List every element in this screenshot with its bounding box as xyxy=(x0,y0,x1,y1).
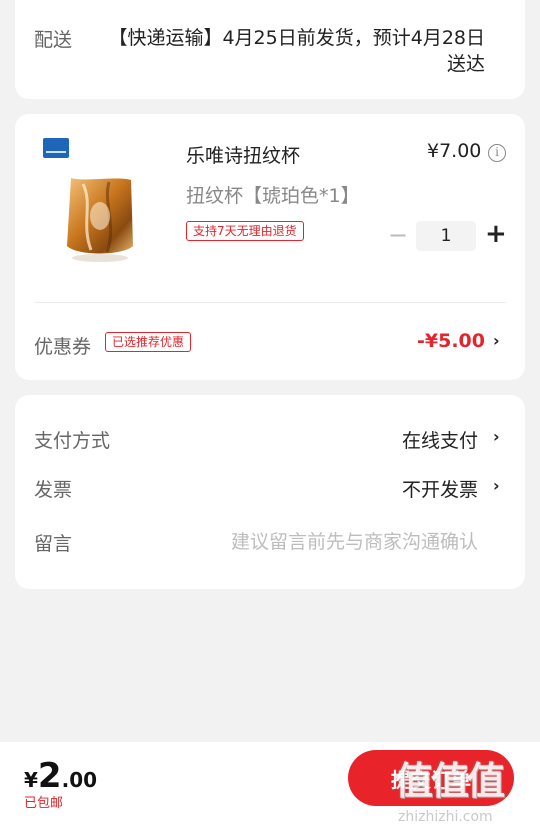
invoice-value[interactable]: 不开发票 xyxy=(402,475,478,502)
watermark-url: zhizhizhi.com xyxy=(398,809,493,825)
product-title[interactable]: 乐唯诗扭纹杯 xyxy=(186,141,300,168)
product-price: ¥7.00 xyxy=(427,140,482,162)
free-shipping-label: 已包邮 xyxy=(24,796,64,811)
brand-logo xyxy=(43,138,69,158)
total-currency: ¥ xyxy=(24,768,38,792)
quantity-increase-button[interactable]: + xyxy=(485,220,507,248)
chevron-right-icon[interactable]: › xyxy=(493,331,500,350)
chevron-right-icon[interactable]: › xyxy=(493,427,500,446)
product-card: 乐唯诗扭纹杯 ¥7.00 i 扭纹杯【琥珀色*1】 支持7天无理由退货 − 1 … xyxy=(15,114,525,380)
quantity-decrease-button[interactable]: − xyxy=(388,222,408,248)
coupon-label: 优惠券 xyxy=(34,336,92,358)
shipping-info: 【快递运输】4月25日前发货，预计4月28日送达 xyxy=(108,27,485,75)
message-input[interactable] xyxy=(165,529,478,555)
coupon-value[interactable]: -¥5.00 xyxy=(417,330,485,352)
return-policy-badge: 支持7天无理由退货 xyxy=(186,221,304,241)
product-spec[interactable]: 扭纹杯【琥珀色*1】 xyxy=(186,181,360,208)
product-image[interactable] xyxy=(63,174,137,264)
divider xyxy=(34,302,506,303)
payment-method-label: 支付方式 xyxy=(34,430,111,452)
shipping-card: 配送 【快递运输】4月25日前发货，预计4月28日送达 xyxy=(15,0,525,99)
total-decimal: .00 xyxy=(61,768,98,792)
payment-card: 支付方式 在线支付 › 发票 不开发票 › 留言 xyxy=(15,395,525,589)
coupon-badge: 已选推荐优惠 xyxy=(105,332,192,352)
invoice-label: 发票 xyxy=(34,479,73,501)
message-label: 留言 xyxy=(34,533,73,555)
chevron-right-icon[interactable]: › xyxy=(493,476,500,495)
quantity-value[interactable]: 1 xyxy=(416,221,476,251)
shipping-label: 配送 xyxy=(34,29,73,51)
info-icon[interactable]: i xyxy=(488,144,506,162)
watermark-logo: 值值值 xyxy=(395,759,505,803)
total-integer: 2 xyxy=(37,756,62,796)
total-price: ¥2.00 xyxy=(24,756,97,796)
payment-method-value[interactable]: 在线支付 xyxy=(402,426,478,453)
